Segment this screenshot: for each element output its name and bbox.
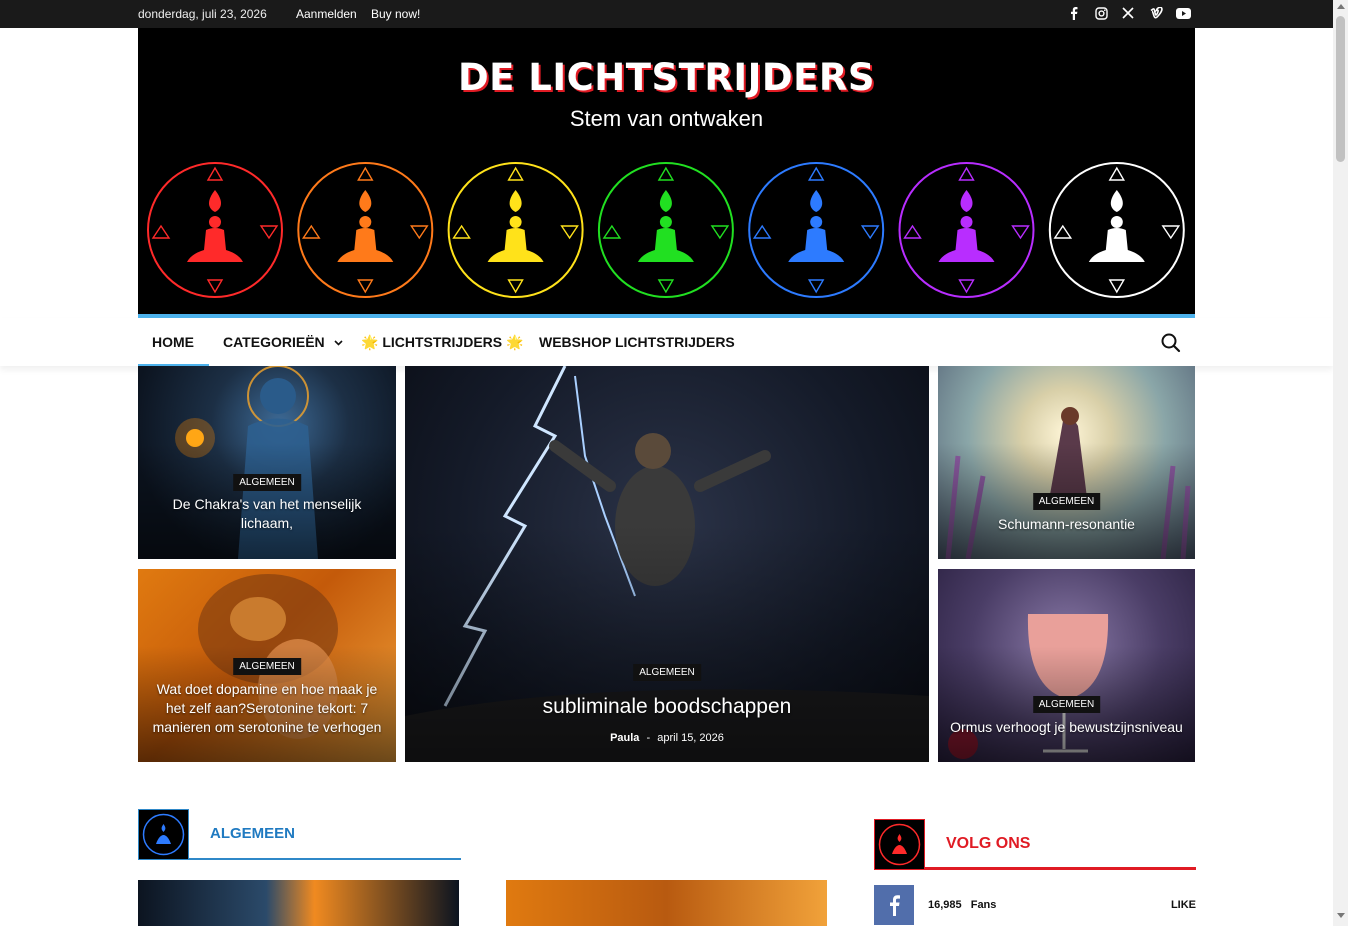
chakra-emblem: [297, 162, 434, 298]
scroll-thumb[interactable]: [1336, 16, 1345, 162]
nav-lichtstrijders[interactable]: 🌟 LICHTSTRIJDERS 🌟: [361, 334, 523, 351]
nav-categories-label: CATEGORIEËN: [223, 334, 325, 350]
post-title[interactable]: subliminale boodschappen: [415, 694, 919, 720]
chakra-emblem: [748, 162, 885, 298]
follow-title: VOLG ONS: [946, 835, 1031, 852]
top-bar: donderdag, juli 23, 2026 Aanmelden Buy n…: [0, 0, 1333, 28]
site-header: DE LICHTSTRIJDERS Stem van ontwaken: [138, 28, 1195, 316]
site-title[interactable]: DE LICHTSTRIJDERS: [138, 56, 1195, 99]
category-badge[interactable]: ALGEMEEN: [633, 664, 701, 681]
article-thumbnail[interactable]: [138, 880, 459, 926]
chakra-emblem: [898, 162, 1035, 298]
follow-widget-header: VOLG ONS: [874, 819, 1196, 870]
facebook-icon[interactable]: [1066, 5, 1082, 21]
site-tagline: Stem van ontwaken: [569, 106, 764, 131]
buy-now-link[interactable]: Buy now!: [371, 7, 420, 21]
post-title[interactable]: De Chakra's van het menselijk lichaam,: [148, 495, 386, 533]
fan-count: 16,985: [928, 899, 962, 911]
facebook-like-button[interactable]: LIKE: [1171, 899, 1196, 911]
main-nav: HOME CATEGORIEËN 🌟 LICHTSTRIJDERS 🌟 WEBS…: [0, 318, 1333, 366]
nav-home[interactable]: HOME: [152, 334, 194, 350]
facebook-follow-row[interactable]: 16,985 Fans LIKE: [874, 885, 1196, 925]
post-author[interactable]: Paula: [610, 732, 639, 744]
chakra-banner: [147, 162, 1185, 298]
current-date: donderdag, juli 23, 2026: [138, 7, 267, 21]
instagram-icon[interactable]: [1093, 5, 1109, 21]
featured-post-1[interactable]: ALGEMEEN De Chakra's van het menselijk l…: [138, 366, 396, 559]
nav-webshop[interactable]: WEBSHOP LICHTSTRIJDERS: [539, 334, 735, 350]
post-date: april 15, 2026: [657, 732, 724, 744]
post-meta: Paula - april 15, 2026: [405, 732, 929, 744]
chakra-emblem: [597, 162, 734, 298]
article-thumbnail[interactable]: [506, 880, 827, 926]
post-title[interactable]: Wat doet dopamine en hoe maak je het zel…: [148, 680, 386, 737]
search-icon[interactable]: [1160, 332, 1182, 354]
chakra-emblem: [1048, 162, 1185, 298]
scroll-down-arrow-icon[interactable]: [1337, 913, 1345, 918]
section-title[interactable]: ALGEMEEN: [210, 825, 295, 842]
featured-post-main[interactable]: ALGEMEEN subliminale boodschappen Paula …: [405, 366, 929, 762]
category-badge[interactable]: ALGEMEEN: [1032, 493, 1101, 510]
chevron-down-icon: [333, 340, 343, 346]
section-logo: [138, 809, 189, 860]
featured-post-4[interactable]: ALGEMEEN Ormus verhoogt je bewustzijnsni…: [938, 569, 1195, 762]
category-badge[interactable]: ALGEMEEN: [233, 658, 301, 675]
chakra-emblem: [147, 162, 283, 298]
youtube-icon[interactable]: [1175, 5, 1191, 21]
meta-separator: -: [646, 732, 651, 744]
category-badge[interactable]: ALGEMEEN: [233, 474, 301, 491]
scroll-up-arrow-icon[interactable]: [1337, 4, 1345, 9]
fan-unit: Fans: [970, 899, 997, 911]
x-icon[interactable]: [1120, 5, 1136, 21]
facebook-icon[interactable]: [874, 885, 914, 925]
vimeo-icon[interactable]: [1148, 5, 1164, 21]
nav-categories[interactable]: CATEGORIEËN: [223, 334, 343, 350]
facebook-fan-count: 16,985 Fans: [928, 899, 996, 911]
scrollbar[interactable]: [1333, 0, 1348, 926]
follow-logo: [874, 819, 925, 870]
featured-post-3[interactable]: ALGEMEEN Schumann-resonantie: [938, 366, 1195, 559]
login-link[interactable]: Aanmelden: [296, 7, 357, 21]
featured-post-2[interactable]: ALGEMEEN Wat doet dopamine en hoe maak j…: [138, 569, 396, 762]
section-header: ALGEMEEN: [138, 809, 461, 860]
post-title[interactable]: Ormus verhoogt je bewustzijnsniveau: [948, 718, 1185, 737]
post-title[interactable]: Schumann-resonantie: [948, 515, 1185, 534]
category-badge[interactable]: ALGEMEEN: [1032, 696, 1101, 713]
chakra-emblem: [447, 162, 584, 298]
